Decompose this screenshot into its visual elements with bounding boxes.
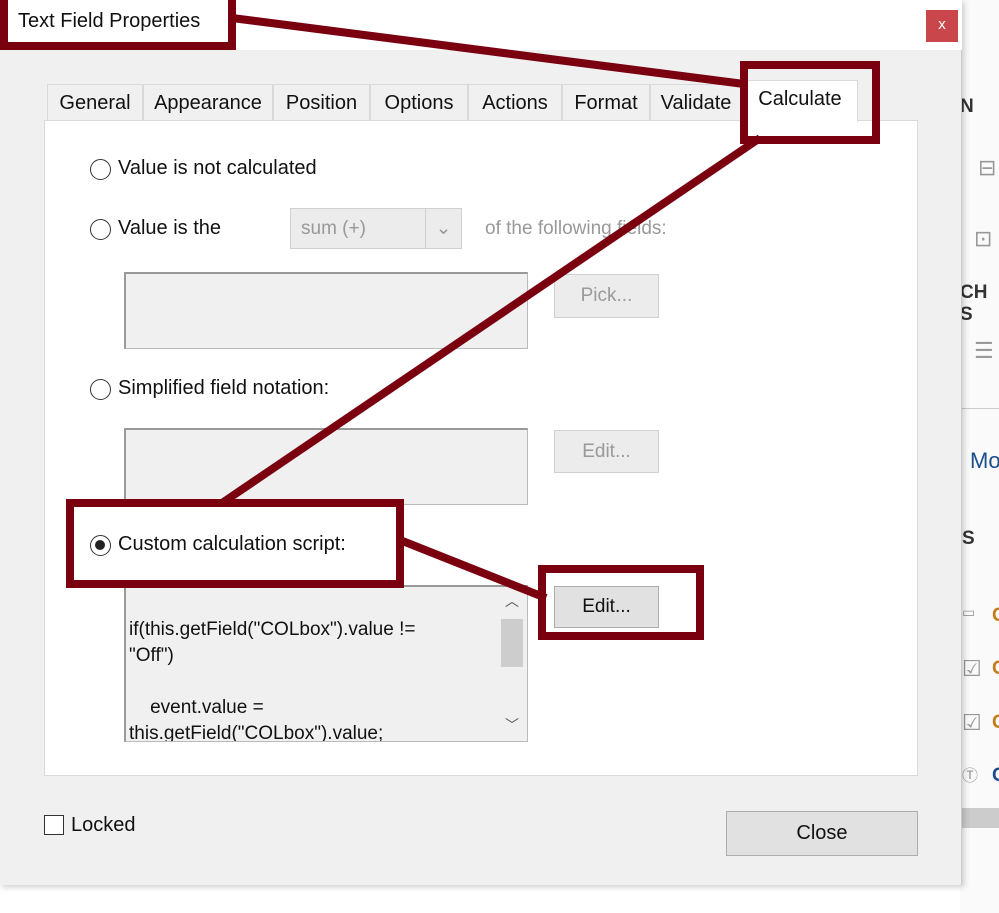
fields-list[interactable] [124, 272, 528, 349]
background-panel: N ⊟ ⊡ CH S ☰ Mo S ▭ C ☑ C ☑ C Ⓣ C [960, 0, 999, 913]
radio-custom-script[interactable] [90, 535, 111, 556]
radio-value-is[interactable] [90, 219, 111, 240]
script-scrollbar[interactable]: ︿ ﹀ [498, 587, 526, 740]
text-field-icon: Ⓣ [962, 768, 979, 785]
close-icon[interactable]: x [926, 10, 958, 42]
bg-field[interactable]: C [992, 658, 999, 680]
simplified-notation-box[interactable] [124, 428, 528, 505]
title-bar[interactable]: Text Field Properties x [0, 0, 962, 50]
fields-label: of the following fields: [485, 218, 667, 239]
radio-simplified[interactable] [90, 379, 111, 400]
list-icon: ☰ [974, 338, 994, 363]
tab-actions[interactable]: Actions [468, 84, 562, 120]
bg-field[interactable]: C [992, 712, 999, 734]
pick-button[interactable]: Pick... [554, 274, 659, 318]
text-field-properties-dialog: Text Field Properties x General Appearan… [0, 0, 962, 885]
bg-heading: S [962, 528, 975, 549]
tab-validate[interactable]: Validate [650, 84, 742, 120]
radio-label: Value is the [118, 217, 222, 239]
locked-label: Locked [71, 814, 136, 836]
edit-script-button[interactable]: Edit... [554, 586, 659, 628]
bg-more[interactable]: Mo [970, 448, 999, 474]
radio-not-calculated[interactable] [90, 159, 111, 180]
bg-heading: CH S [960, 282, 988, 325]
radio-label: Simplified field notation: [118, 377, 330, 399]
bg-heading: N [960, 96, 974, 117]
button-field-icon: ▭ [962, 604, 976, 620]
operation-select[interactable]: sum (+) ⌄ [290, 208, 462, 249]
scroll-down-icon[interactable]: ﹀ [498, 715, 526, 735]
dialog-title: Text Field Properties [18, 10, 201, 32]
tab-appearance[interactable]: Appearance [143, 84, 273, 120]
tab-format[interactable]: Format [562, 84, 650, 120]
radio-label: Custom calculation script: [118, 533, 346, 555]
radio-label: Value is not calculated [118, 157, 317, 179]
tab-position[interactable]: Position [273, 84, 370, 120]
locked-checkbox[interactable] [44, 815, 64, 835]
tab-calculate[interactable]: Calculate [742, 80, 858, 122]
select-value: sum (+) [301, 218, 366, 239]
edit-simplified-button[interactable]: Edit... [554, 430, 659, 473]
tab-options[interactable]: Options [370, 84, 468, 120]
tab-general[interactable]: General [47, 84, 143, 120]
checkbox-field-icon: ☑ [962, 710, 982, 735]
distribute-icon: ⊡ [974, 226, 993, 251]
checkbox-field-icon: ☑ [962, 656, 982, 681]
scroll-up-icon[interactable]: ︿ [498, 591, 526, 611]
close-button[interactable]: Close [726, 811, 918, 856]
scroll-thumb[interactable] [501, 619, 523, 667]
custom-script-box[interactable]: if(this.getField("COLbox").value != "Off… [124, 585, 528, 742]
align-icon: ⊟ [978, 155, 997, 180]
bg-field[interactable]: C [992, 605, 999, 627]
chevron-down-icon: ⌄ [425, 209, 461, 248]
bg-field[interactable]: C [992, 765, 999, 787]
